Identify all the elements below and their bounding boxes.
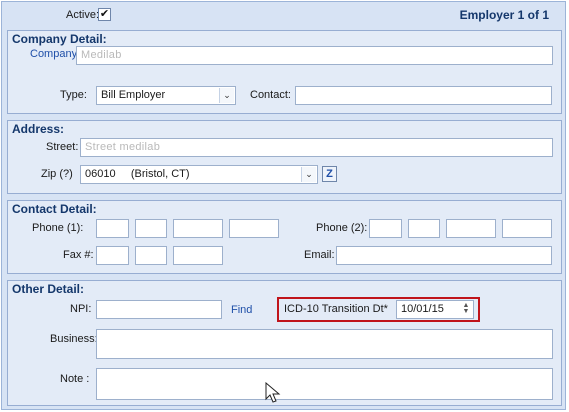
section-title: Address: bbox=[12, 122, 65, 136]
company-label: Company* bbox=[30, 48, 82, 60]
zip-lookup-glyph: Z bbox=[326, 168, 333, 180]
icd-transition-label: ICD-10 Transition Dt* bbox=[284, 303, 388, 315]
company-value: Medilab bbox=[81, 49, 122, 61]
type-label: Type: bbox=[60, 89, 87, 101]
business-field[interactable] bbox=[96, 329, 553, 359]
npi-label: NPI: bbox=[70, 303, 92, 315]
contact-detail-section: Contact Detail: Phone (1): Phone (2): Fa… bbox=[7, 200, 562, 274]
business-label: Business: bbox=[50, 333, 98, 345]
find-link[interactable]: Find bbox=[231, 304, 252, 316]
company-detail-section: Company Detail: Company* Medilab Type: B… bbox=[7, 30, 562, 114]
email-label: Email: bbox=[304, 249, 335, 261]
chevron-down-icon[interactable]: ⌄ bbox=[219, 88, 234, 103]
chevron-down-icon[interactable]: ⌄ bbox=[301, 167, 316, 182]
phone2-prefix-field[interactable] bbox=[408, 219, 440, 238]
email-field[interactable] bbox=[336, 246, 552, 265]
icd-transition-date-field[interactable]: 10/01/15 ▲ ▼ bbox=[396, 300, 474, 319]
other-detail-section: Other Detail: NPI: Find ICD-10 Transitio… bbox=[7, 280, 562, 406]
npi-field[interactable] bbox=[96, 300, 222, 319]
form-header: Active: ✔ Employer 1 of 1 bbox=[2, 2, 565, 28]
record-counter: Employer 1 of 1 bbox=[459, 8, 549, 22]
zip-lookup-icon[interactable]: Z bbox=[322, 166, 337, 182]
fax-label: Fax #: bbox=[63, 249, 94, 261]
section-title: Company Detail: bbox=[12, 32, 107, 46]
phone1-area-field[interactable] bbox=[96, 219, 129, 238]
active-label: Active: bbox=[66, 9, 100, 21]
fax-line-field[interactable] bbox=[173, 246, 223, 265]
zip-value: 06010 (Bristol, CT) bbox=[85, 168, 190, 180]
type-value: Bill Employer bbox=[101, 89, 166, 101]
phone2-ext-field[interactable] bbox=[502, 219, 552, 238]
checkmark-icon: ✔ bbox=[99, 8, 110, 20]
contact-label: Contact: bbox=[250, 89, 291, 101]
street-label: Street: bbox=[46, 141, 79, 153]
fax-area-field[interactable] bbox=[96, 246, 129, 265]
note-label: Note : bbox=[60, 373, 90, 385]
phone1-ext-field[interactable] bbox=[229, 219, 279, 238]
zip-label: Zip (?) bbox=[41, 168, 73, 180]
phone2-label: Phone (2): bbox=[316, 222, 368, 234]
note-field[interactable] bbox=[96, 368, 553, 400]
address-section: Address: Street: Street medilab Zip (?) … bbox=[7, 120, 562, 194]
active-checkbox[interactable]: ✔ bbox=[98, 8, 111, 21]
type-select[interactable]: Bill Employer ⌄ bbox=[96, 86, 236, 105]
phone1-label: Phone (1): bbox=[32, 222, 84, 234]
street-field[interactable]: Street medilab bbox=[80, 138, 553, 157]
icd-transition-date-value: 10/01/15 bbox=[401, 303, 444, 315]
company-field[interactable]: Medilab bbox=[76, 46, 553, 65]
section-title: Other Detail: bbox=[12, 282, 85, 296]
phone1-prefix-field[interactable] bbox=[135, 219, 167, 238]
phone2-area-field[interactable] bbox=[369, 219, 402, 238]
mouse-pointer-icon bbox=[265, 382, 281, 403]
zip-select[interactable]: 06010 (Bristol, CT) ⌄ bbox=[80, 165, 318, 184]
street-value: Street medilab bbox=[85, 141, 161, 153]
contact-field[interactable] bbox=[295, 86, 552, 105]
phone1-line-field[interactable] bbox=[173, 219, 223, 238]
spinner-icon[interactable]: ▲ ▼ bbox=[461, 302, 471, 316]
section-title: Contact Detail: bbox=[12, 202, 97, 216]
phone2-line-field[interactable] bbox=[446, 219, 496, 238]
fax-prefix-field[interactable] bbox=[135, 246, 167, 265]
employer-form: Active: ✔ Employer 1 of 1 Company Detail… bbox=[1, 1, 566, 410]
